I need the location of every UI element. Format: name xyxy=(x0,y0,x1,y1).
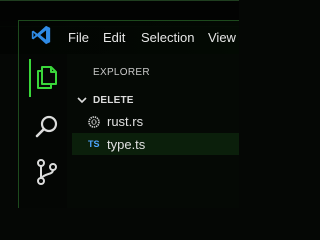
active-indicator xyxy=(29,59,31,97)
menu-file[interactable]: File xyxy=(68,30,89,46)
folder-name[interactable]: DELETE xyxy=(93,95,134,106)
vscode-window: File Edit Selection View EXPLORER DELETE… xyxy=(0,0,239,208)
search-icon[interactable] xyxy=(33,113,61,141)
vscode-logo-icon xyxy=(31,25,51,45)
chevron-down-icon[interactable] xyxy=(76,94,88,106)
typescript-icon: TS xyxy=(88,139,100,149)
file-name-type[interactable]: type.ts xyxy=(107,137,145,152)
menu-view[interactable]: View xyxy=(208,30,236,46)
source-control-icon[interactable] xyxy=(33,158,61,186)
explorer-title: EXPLORER xyxy=(93,67,150,78)
menu-edit[interactable]: Edit xyxy=(103,30,125,46)
file-name-rust[interactable]: rust.rs xyxy=(107,114,143,129)
rust-icon xyxy=(88,116,100,128)
files-icon[interactable] xyxy=(33,63,61,91)
menu-selection[interactable]: Selection xyxy=(141,30,194,46)
